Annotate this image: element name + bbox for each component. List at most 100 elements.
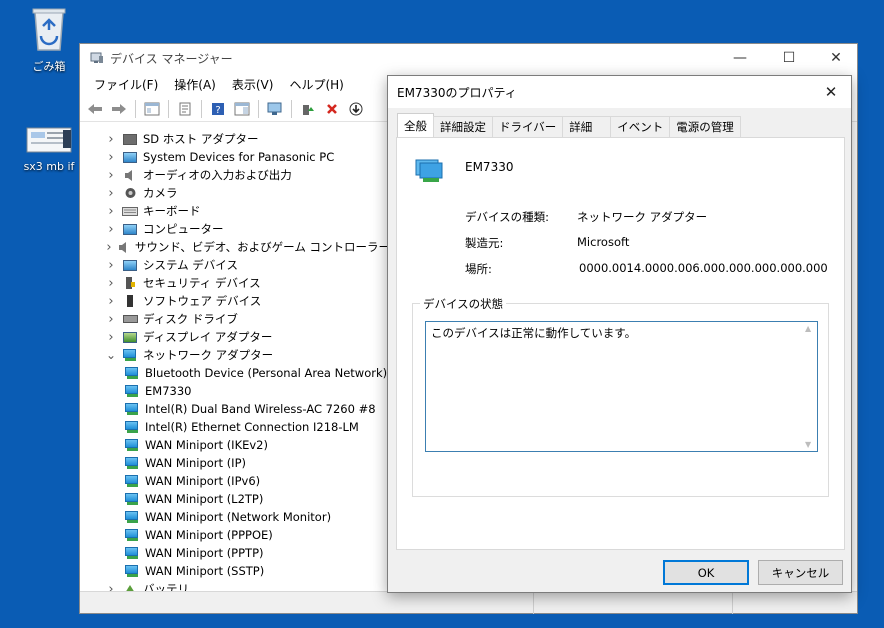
help-icon: ? <box>212 102 224 116</box>
tree-label: WAN Miniport (PPTP) <box>145 546 264 560</box>
network-adapter-icon <box>124 438 140 452</box>
tree-device[interactable]: WAN Miniport (L2TP) <box>80 490 390 508</box>
tree-device[interactable]: WAN Miniport (PPTP) <box>80 544 390 562</box>
tree-category[interactable]: › セキュリティ デバイス <box>80 274 390 292</box>
scroll-down-icon: ▼ <box>805 440 812 449</box>
menu-view[interactable]: 表示(V) <box>224 74 282 95</box>
uninstall-device-button[interactable] <box>321 98 343 120</box>
menu-help[interactable]: ヘルプ(H) <box>281 74 351 95</box>
disable-device-button[interactable] <box>345 98 367 120</box>
cancel-button[interactable]: キャンセル <box>758 560 843 585</box>
scroll-up-icon: ▲ <box>805 324 812 333</box>
chevron-right-icon[interactable]: › <box>104 258 118 273</box>
tree-label: Bluetooth Device (Personal Area Network) <box>145 366 388 380</box>
tree-device[interactable]: WAN Miniport (IPv6) <box>80 472 390 490</box>
sx3-file-shortcut[interactable]: sx3 mb if <box>14 126 84 173</box>
toolbar-separator <box>201 99 202 118</box>
dialog-close-button[interactable]: ✕ <box>811 76 851 108</box>
tree-label: コンピューター <box>143 222 224 236</box>
forward-button[interactable] <box>108 98 130 120</box>
chevron-right-icon[interactable]: › <box>104 294 118 309</box>
tree-category[interactable]: › ディスク ドライブ <box>80 310 390 328</box>
tree-category[interactable]: › カメラ <box>80 184 390 202</box>
tree-device[interactable]: WAN Miniport (Network Monitor) <box>80 508 390 526</box>
tree-category[interactable]: › System Devices for Panasonic PC <box>80 148 390 166</box>
chevron-right-icon[interactable]: › <box>104 330 118 345</box>
tree-label: カメラ <box>143 186 178 200</box>
chevron-right-icon[interactable]: › <box>104 276 118 291</box>
tab-events[interactable]: イベント <box>610 116 671 137</box>
scan-hardware-button[interactable] <box>264 98 286 120</box>
tree-device[interactable]: WAN Miniport (PPPOE) <box>80 526 390 544</box>
recycle-bin-shortcut[interactable]: ごみ箱 <box>14 6 84 74</box>
network-adapter-icon <box>124 564 140 578</box>
dialog-title-bar[interactable]: EM7330のプロパティ <box>388 76 851 108</box>
tree-device[interactable]: Bluetooth Device (Personal Area Network) <box>80 364 390 382</box>
properties-button[interactable] <box>174 98 196 120</box>
back-button[interactable] <box>84 98 106 120</box>
tree-category[interactable]: ⌄ ネットワーク アダプター <box>80 346 390 364</box>
desktop-icon-label: ごみ箱 <box>32 60 66 73</box>
chevron-right-icon[interactable]: › <box>104 222 118 237</box>
tree-label: オーディオの入力および出力 <box>143 168 292 182</box>
tree-device[interactable]: WAN Miniport (IKEv2) <box>80 436 390 454</box>
tree-category[interactable]: › ソフトウェア デバイス <box>80 292 390 310</box>
chevron-right-icon[interactable]: › <box>104 132 118 147</box>
device-manager-icon <box>90 52 103 63</box>
tab-details[interactable]: 詳細 <box>562 116 612 137</box>
maximize-button[interactable]: ☐ <box>766 44 812 72</box>
ok-button[interactable]: OK <box>663 560 749 585</box>
tab-general[interactable]: 全般 <box>397 113 434 137</box>
tree-category[interactable]: › ディスプレイ アダプター <box>80 328 390 346</box>
close-button[interactable]: ✕ <box>813 44 859 72</box>
tree-category[interactable]: › キーボード <box>80 202 390 220</box>
tree-device[interactable]: Intel(R) Ethernet Connection I218-LM <box>80 418 390 436</box>
tree-device[interactable]: Intel(R) Dual Band Wireless-AC 7260 #8 <box>80 400 390 418</box>
tab-power-management[interactable]: 電源の管理 <box>669 116 741 137</box>
sd-host-icon <box>122 132 138 146</box>
network-adapter-icon <box>124 402 140 416</box>
help-button[interactable]: ? <box>207 98 229 120</box>
tree-label: Intel(R) Dual Band Wireless-AC 7260 #8 <box>145 402 376 416</box>
security-device-icon <box>122 276 138 290</box>
tree-device[interactable]: EM7330 <box>80 382 390 400</box>
device-status-textbox[interactable]: このデバイスは正常に動作しています。 ▲ ▼ <box>425 321 818 452</box>
tab-advanced[interactable]: 詳細設定 <box>433 116 493 137</box>
view-pane-button[interactable] <box>231 98 253 120</box>
tree-device[interactable]: WAN Miniport (SSTP) <box>80 562 390 580</box>
chevron-right-icon[interactable]: › <box>104 186 118 201</box>
status-scrollbar[interactable]: ▲ ▼ <box>805 324 815 449</box>
show-hide-console-tree-button[interactable] <box>141 98 163 120</box>
manufacturer-label: 製造元: <box>465 236 504 250</box>
chevron-right-icon[interactable]: › <box>104 168 118 183</box>
tree-category[interactable]: › サウンド、ビデオ、およびゲーム コントローラー <box>80 238 390 256</box>
disk-drive-icon <box>122 312 138 326</box>
tree-category[interactable]: › コンピューター <box>80 220 390 238</box>
network-adapter-icon <box>124 492 140 506</box>
tree-label: EM7330 <box>145 384 192 398</box>
view-pane-icon <box>234 102 250 115</box>
tree-category[interactable]: › オーディオの入力および出力 <box>80 166 390 184</box>
tab-driver[interactable]: ドライバー <box>492 116 564 137</box>
software-device-icon <box>122 294 138 308</box>
minimize-button[interactable]: — <box>717 44 763 72</box>
tree-category[interactable]: › システム デバイス <box>80 256 390 274</box>
chevron-right-icon[interactable]: › <box>104 312 118 327</box>
back-arrow-icon <box>88 103 102 114</box>
menu-file[interactable]: ファイル(F) <box>86 74 166 95</box>
tree-category[interactable]: › SD ホスト アダプター <box>80 130 390 148</box>
device-type-value: ネットワーク アダプター <box>577 210 708 224</box>
update-driver-button[interactable] <box>297 98 319 120</box>
console-tree-icon <box>144 102 160 115</box>
chevron-down-icon[interactable]: ⌄ <box>104 348 118 362</box>
system-device-icon <box>122 258 138 272</box>
menu-action[interactable]: 操作(A) <box>166 74 224 95</box>
network-adapter-icon <box>124 384 140 398</box>
dialog-title: EM7330のプロパティ <box>397 85 517 100</box>
chevron-right-icon[interactable]: › <box>104 204 118 219</box>
tab-strip: 全般 詳細設定 ドライバー 詳細 イベント 電源の管理 <box>397 113 741 137</box>
tree-device[interactable]: WAN Miniport (IP) <box>80 454 390 472</box>
chevron-right-icon[interactable]: › <box>104 240 114 255</box>
chevron-right-icon[interactable]: › <box>104 150 118 165</box>
tree-label: セキュリティ デバイス <box>143 276 261 290</box>
